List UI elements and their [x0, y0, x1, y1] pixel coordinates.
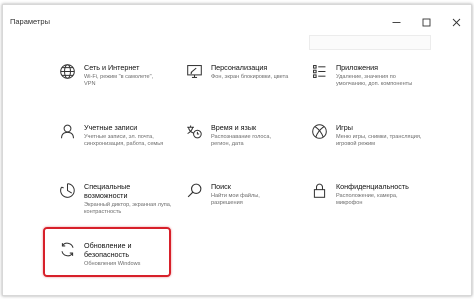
tile-title: Поиск — [211, 182, 231, 191]
tile-search[interactable]: Поиск Найти мои файлы, разрешения — [183, 182, 260, 208]
tile-gaming[interactable]: Игры Меню игры, снимки, трансляция, игров… — [308, 123, 422, 149]
tile-time-language[interactable]: Время и язык Распознавание голоса, регион… — [183, 123, 271, 149]
highlight-frame — [43, 227, 171, 277]
settings-window: Параметры Сеть и Интернет Wi-Fi, режим "… — [2, 4, 472, 296]
tile-title: Игры — [336, 123, 353, 132]
tile-description: Расположение, камера, микрофон — [336, 193, 398, 207]
tile-title: Приложения — [336, 63, 379, 72]
tile-privacy[interactable]: Конфиденциальность Расположение, камера,… — [308, 182, 409, 208]
paint-monitor-icon — [183, 63, 205, 85]
apps-list-icon — [308, 63, 330, 85]
tile-description: Удаление, значения по умолчанию, доп. ком… — [336, 74, 413, 88]
tile-ease-of-access[interactable]: Специальные возможности Экранный диктор,… — [56, 182, 171, 217]
tile-description: Фон, экран блокировки, цвета — [211, 74, 289, 80]
tile-title: Сеть и Интернет — [84, 63, 140, 72]
tile-description: Меню игры, снимки, трансляция, игровой ре… — [336, 134, 422, 148]
xbox-icon — [308, 123, 330, 145]
lock-icon — [308, 182, 330, 204]
time-language-icon — [183, 123, 205, 145]
tile-title: Персонализация — [211, 63, 268, 72]
tile-title: Специальные — [84, 182, 131, 191]
tile-title: Конфиденциальность — [336, 182, 409, 191]
tile-title: Учетные записи — [84, 123, 138, 132]
tile-description: Учетные записи, эл. почта, синхронизация,… — [84, 134, 164, 148]
tile-apps[interactable]: Приложения Удаление, значения по умолчани… — [308, 63, 412, 89]
person-icon — [56, 123, 78, 145]
tile-description: Wi-Fi, режим "в самолете", VPN — [84, 74, 154, 88]
tile-description: Экранный диктор, экранная лупа, контрастн… — [84, 202, 172, 216]
tile-description: Распознавание голоса, регион, дата — [211, 134, 271, 148]
tile-accounts[interactable]: Учетные записи Учетные записи, эл. почта… — [56, 123, 163, 149]
tile-title: Время и язык — [211, 123, 257, 132]
globe-icon — [56, 63, 78, 85]
tile-personalization[interactable]: Персонализация Фон, экран блокировки, цв… — [183, 63, 288, 85]
tile-description: Найти мои файлы, разрешения — [211, 193, 260, 207]
tile-title-line2: возможности — [84, 191, 128, 200]
ease-of-access-icon — [56, 182, 78, 204]
tile-network-internet[interactable]: Сеть и Интернет Wi-Fi, режим "в самолете… — [56, 63, 153, 89]
search-icon — [183, 182, 205, 204]
